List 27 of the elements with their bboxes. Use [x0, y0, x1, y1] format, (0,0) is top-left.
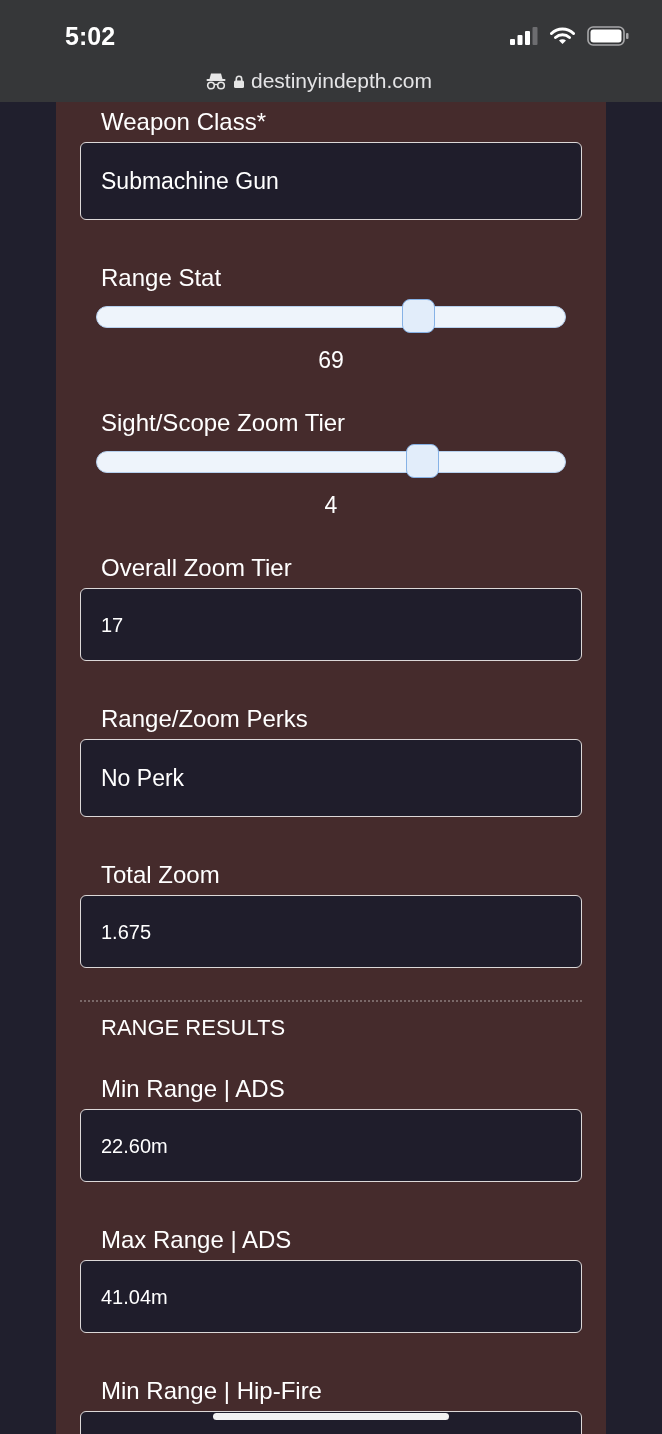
- slider-thumb[interactable]: [401, 299, 435, 333]
- field-label: Overall Zoom Tier: [100, 554, 293, 582]
- text-field[interactable]: 22.60m: [80, 1109, 582, 1182]
- battery-icon: [587, 26, 629, 46]
- slider-value: 69: [318, 348, 344, 372]
- dropdown-field[interactable]: Submachine Gun: [80, 142, 582, 220]
- signal-icon: [510, 27, 538, 45]
- dropdown-field[interactable]: No Perk: [80, 739, 582, 817]
- range-slider[interactable]: [96, 299, 566, 333]
- text-field[interactable]: 1.675: [80, 895, 582, 968]
- section-heading: RANGE RESULTS: [100, 1014, 287, 1042]
- field-label: Range Stat: [100, 264, 223, 292]
- text-field[interactable]: 17: [80, 588, 582, 661]
- url-text[interactable]: destinyindepth.com: [251, 68, 432, 94]
- field-label: Max Range | ADS: [100, 1226, 293, 1254]
- clock-time: 5:02: [65, 21, 116, 51]
- field-label: Weapon Class*: [100, 108, 267, 136]
- field-label: Min Range | ADS: [100, 1075, 286, 1103]
- field-label: Sight/Scope Zoom Tier: [100, 409, 347, 437]
- field-label: Min Range | Hip-Fire: [100, 1377, 323, 1405]
- slider-value: 4: [324, 493, 338, 517]
- wifi-icon: [550, 27, 575, 45]
- field-label: Range/Zoom Perks: [100, 705, 309, 733]
- text-field[interactable]: 41.04m: [80, 1260, 582, 1333]
- field-label: Total Zoom: [100, 861, 221, 889]
- slider-thumb[interactable]: [406, 444, 440, 478]
- range-slider[interactable]: [96, 444, 566, 478]
